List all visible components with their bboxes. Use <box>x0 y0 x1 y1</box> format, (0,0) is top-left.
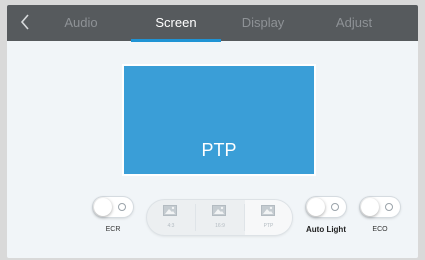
tab-screen[interactable]: Screen <box>143 5 209 41</box>
ecr-toggle[interactable] <box>93 197 133 217</box>
image-icon <box>212 205 226 216</box>
aspect-4-3-label: 4:3 <box>167 223 175 229</box>
auto-light-toggle[interactable] <box>306 197 346 217</box>
tab-adjust[interactable]: Adjust <box>329 5 379 41</box>
ecr-label: ECR <box>105 226 121 233</box>
tab-display[interactable]: Display <box>235 5 291 41</box>
aspect-ratio-selector: 4:3 16:9 PTP <box>147 200 292 235</box>
toggle-off-indicator <box>385 203 393 211</box>
eco-label: ECO <box>372 226 388 233</box>
back-button[interactable] <box>13 10 37 34</box>
toggle-knob <box>361 198 379 216</box>
screen-preview: PTP <box>122 64 316 176</box>
tab-audio[interactable]: Audio <box>57 5 105 41</box>
aspect-16-9-label: 16:9 <box>215 223 225 229</box>
image-icon <box>163 205 177 216</box>
toggle-off-indicator <box>331 203 339 211</box>
aspect-4-3-option[interactable]: 4:3 <box>147 200 195 235</box>
chevron-left-icon <box>20 14 29 30</box>
toggle-off-indicator <box>118 203 126 211</box>
active-tab-indicator <box>131 39 221 42</box>
tab-bar: Audio Screen Display Adjust <box>7 5 418 42</box>
aspect-ptp-label: PTP <box>263 223 274 229</box>
eco-toggle[interactable] <box>360 197 400 217</box>
aspect-ptp-option[interactable]: PTP <box>245 200 292 235</box>
auto-light-label: Auto Light <box>306 225 346 234</box>
aspect-16-9-option[interactable]: 16:9 <box>196 200 244 235</box>
toggle-knob <box>307 198 325 216</box>
settings-panel: Audio Screen Display Adjust PTP ECR 4:3 <box>7 5 418 258</box>
toggle-knob <box>94 198 112 216</box>
image-icon <box>261 205 275 216</box>
preview-mode-label: PTP <box>201 140 237 160</box>
